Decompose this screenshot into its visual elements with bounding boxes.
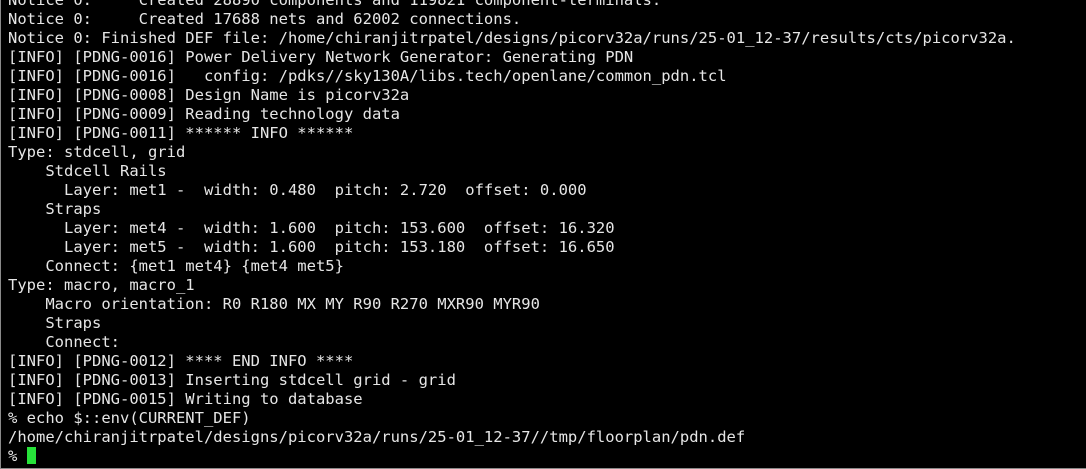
output-line: [INFO] [PDNG-0009] Reading technology da… <box>8 105 400 123</box>
output-line: Notice 0: Created 28890 components and 1… <box>8 0 662 9</box>
output-line: Stdcell Rails <box>8 162 167 180</box>
text-cursor <box>26 447 36 464</box>
output-line: Notice 0: Created 17688 nets and 62002 c… <box>8 10 522 28</box>
output-line: Type: stdcell, grid <box>8 143 186 161</box>
output-line: Layer: met4 - width: 1.600 pitch: 153.60… <box>8 219 615 237</box>
output-line: /home/chiranjitrpatel/designs/picorv32a/… <box>8 428 746 446</box>
terminal-window[interactable]: Notice 0: Created 28890 components and 1… <box>0 0 1086 469</box>
terminal-output: Notice 0: Created 28890 components and 1… <box>8 0 1086 466</box>
shell-prompt: % <box>8 447 27 465</box>
output-line: Straps <box>8 314 102 332</box>
output-line: [INFO] [PDNG-0012] **** END INFO **** <box>8 352 354 370</box>
output-line: Layer: met1 - width: 0.480 pitch: 2.720 … <box>8 181 587 199</box>
output-line: [INFO] [PDNG-0016] Power Delivery Networ… <box>8 48 634 66</box>
output-line: Type: macro, macro_1 <box>8 276 195 294</box>
output-line: [INFO] [PDNG-0016] config: /pdks//sky130… <box>8 67 727 85</box>
output-line: Straps <box>8 200 102 218</box>
output-line: [INFO] [PDNG-0013] Inserting stdcell gri… <box>8 371 456 389</box>
output-line: [INFO] [PDNG-0015] Writing to database <box>8 390 363 408</box>
output-line: Macro orientation: R0 R180 MX MY R90 R27… <box>8 295 540 313</box>
output-line: [INFO] [PDNG-0011] ****** INFO ****** <box>8 124 354 142</box>
output-line: Connect: {met1 met4} {met4 met5} <box>8 257 344 275</box>
output-line: Notice 0: Finished DEF file: /home/chira… <box>8 29 1016 47</box>
output-line: Connect: <box>8 333 120 351</box>
output-line: [INFO] [PDNG-0008] Design Name is picorv… <box>8 86 410 104</box>
prompt-line[interactable]: % <box>8 447 1086 466</box>
output-line: Layer: met5 - width: 1.600 pitch: 153.18… <box>8 238 615 256</box>
command-line: % echo $::env(CURRENT_DEF) <box>8 409 251 427</box>
